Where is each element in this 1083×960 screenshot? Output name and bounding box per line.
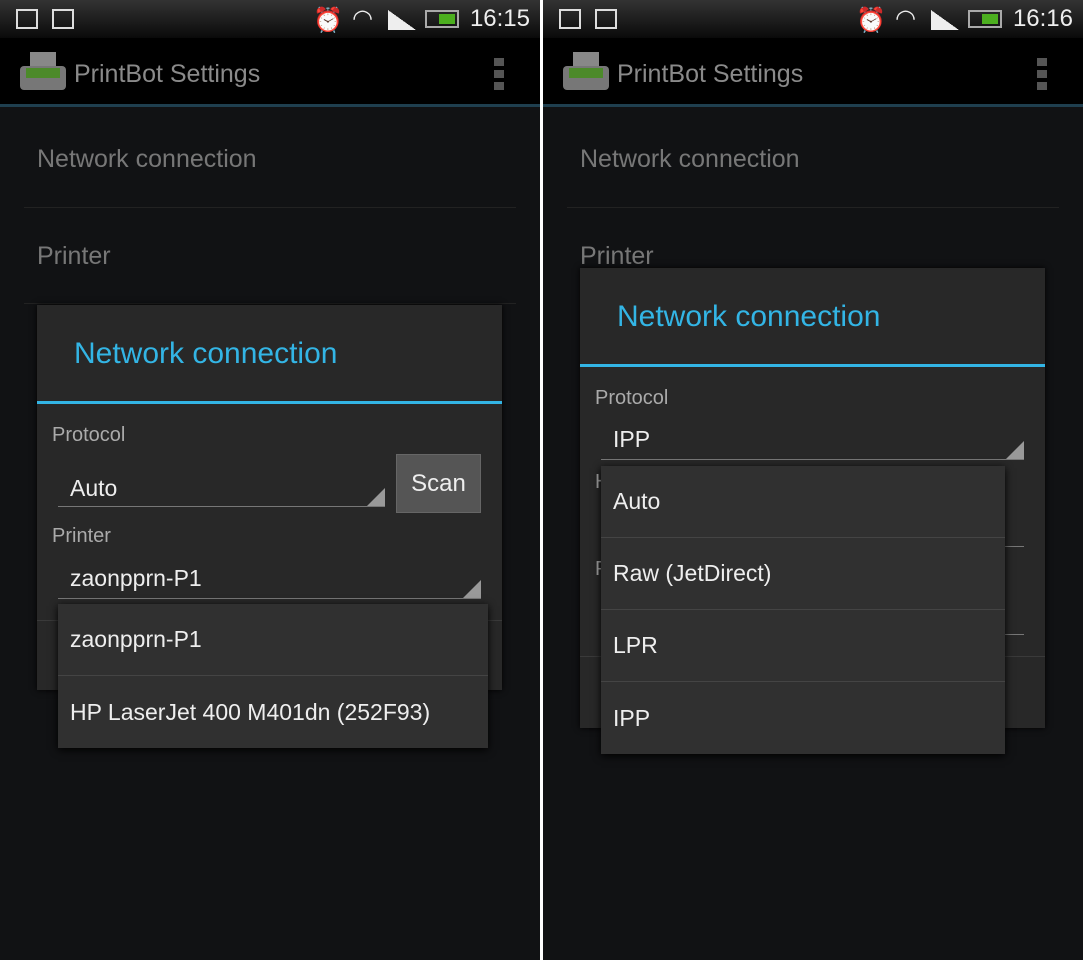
wifi-icon: ◠ bbox=[895, 5, 916, 32]
protocol-value: Auto bbox=[70, 475, 118, 501]
list-item-network[interactable]: Network connection bbox=[37, 145, 257, 174]
battery-icon bbox=[968, 10, 1002, 28]
gallery-icon bbox=[559, 9, 581, 29]
signal-icon bbox=[388, 10, 416, 30]
divider bbox=[24, 303, 516, 304]
status-bar: ⏰ ◠ 16:15 bbox=[0, 0, 540, 38]
printer-label: Printer bbox=[52, 525, 111, 547]
printer-logo-icon bbox=[20, 52, 66, 96]
title-divider bbox=[580, 364, 1045, 367]
printer-spinner[interactable]: zaonpprn-P1 bbox=[58, 557, 481, 599]
dropdown-item[interactable]: LPR bbox=[601, 610, 1005, 682]
protocol-spinner[interactable]: IPP bbox=[601, 418, 1024, 460]
dialog-title: Network connection bbox=[617, 300, 881, 333]
status-time: 16:16 bbox=[1012, 5, 1073, 32]
signal-icon bbox=[931, 10, 959, 30]
dropdown-item[interactable]: IPP bbox=[601, 682, 1005, 754]
list-item-network[interactable]: Network connection bbox=[580, 145, 800, 174]
list-item-printer[interactable]: Printer bbox=[580, 242, 654, 271]
gallery-icon bbox=[52, 9, 74, 29]
app-title: PrintBot Settings bbox=[617, 60, 804, 88]
dropdown-item[interactable]: Raw (JetDirect) bbox=[601, 538, 1005, 610]
overflow-menu-icon[interactable] bbox=[1037, 58, 1047, 90]
wifi-icon: ◠ bbox=[352, 5, 373, 32]
spinner-arrow-icon bbox=[367, 488, 385, 506]
action-bar: PrintBot Settings bbox=[0, 38, 540, 107]
scan-button[interactable]: Scan bbox=[396, 454, 481, 513]
battery-icon bbox=[425, 10, 459, 28]
status-time: 16:15 bbox=[469, 5, 530, 32]
dropdown-item[interactable]: Auto bbox=[601, 466, 1005, 538]
title-divider bbox=[37, 401, 502, 404]
app-title: PrintBot Settings bbox=[74, 60, 261, 88]
list-item-printer[interactable]: Printer bbox=[37, 242, 111, 271]
overflow-menu-icon[interactable] bbox=[494, 58, 504, 90]
divider bbox=[24, 207, 516, 208]
action-bar: PrintBot Settings bbox=[543, 38, 1083, 107]
printer-value: zaonpprn-P1 bbox=[70, 565, 202, 591]
right-screen: ⏰ ◠ 16:16 PrintBot Settings Network conn… bbox=[543, 0, 1083, 960]
status-bar: ⏰ ◠ 16:16 bbox=[543, 0, 1083, 38]
spinner-arrow-icon bbox=[463, 580, 481, 598]
protocol-label: Protocol bbox=[52, 424, 126, 446]
spinner-underline bbox=[601, 459, 1024, 460]
spinner-underline bbox=[58, 598, 481, 599]
protocol-label: Protocol bbox=[595, 387, 669, 409]
left-screen: ⏰ ◠ 16:15 PrintBot Settings Network conn… bbox=[0, 0, 540, 960]
spinner-underline bbox=[58, 506, 385, 507]
printer-dropdown: zaonpprn-P1 HP LaserJet 400 M401dn (252F… bbox=[58, 604, 488, 748]
protocol-dropdown: Auto Raw (JetDirect) LPR IPP bbox=[601, 466, 1005, 754]
dialog-title: Network connection bbox=[74, 337, 338, 370]
dropdown-item[interactable]: HP LaserJet 400 M401dn (252F93) bbox=[58, 676, 488, 748]
protocol-spinner[interactable]: Auto bbox=[58, 465, 385, 507]
printer-logo-icon bbox=[563, 52, 609, 96]
divider bbox=[567, 207, 1059, 208]
alarm-icon: ⏰ bbox=[313, 7, 343, 34]
gmail-icon bbox=[16, 9, 38, 29]
gmail-icon bbox=[595, 9, 617, 29]
protocol-value: IPP bbox=[613, 426, 651, 452]
spinner-arrow-icon bbox=[1006, 441, 1024, 459]
alarm-icon: ⏰ bbox=[856, 7, 886, 34]
dropdown-item[interactable]: zaonpprn-P1 bbox=[58, 604, 488, 676]
